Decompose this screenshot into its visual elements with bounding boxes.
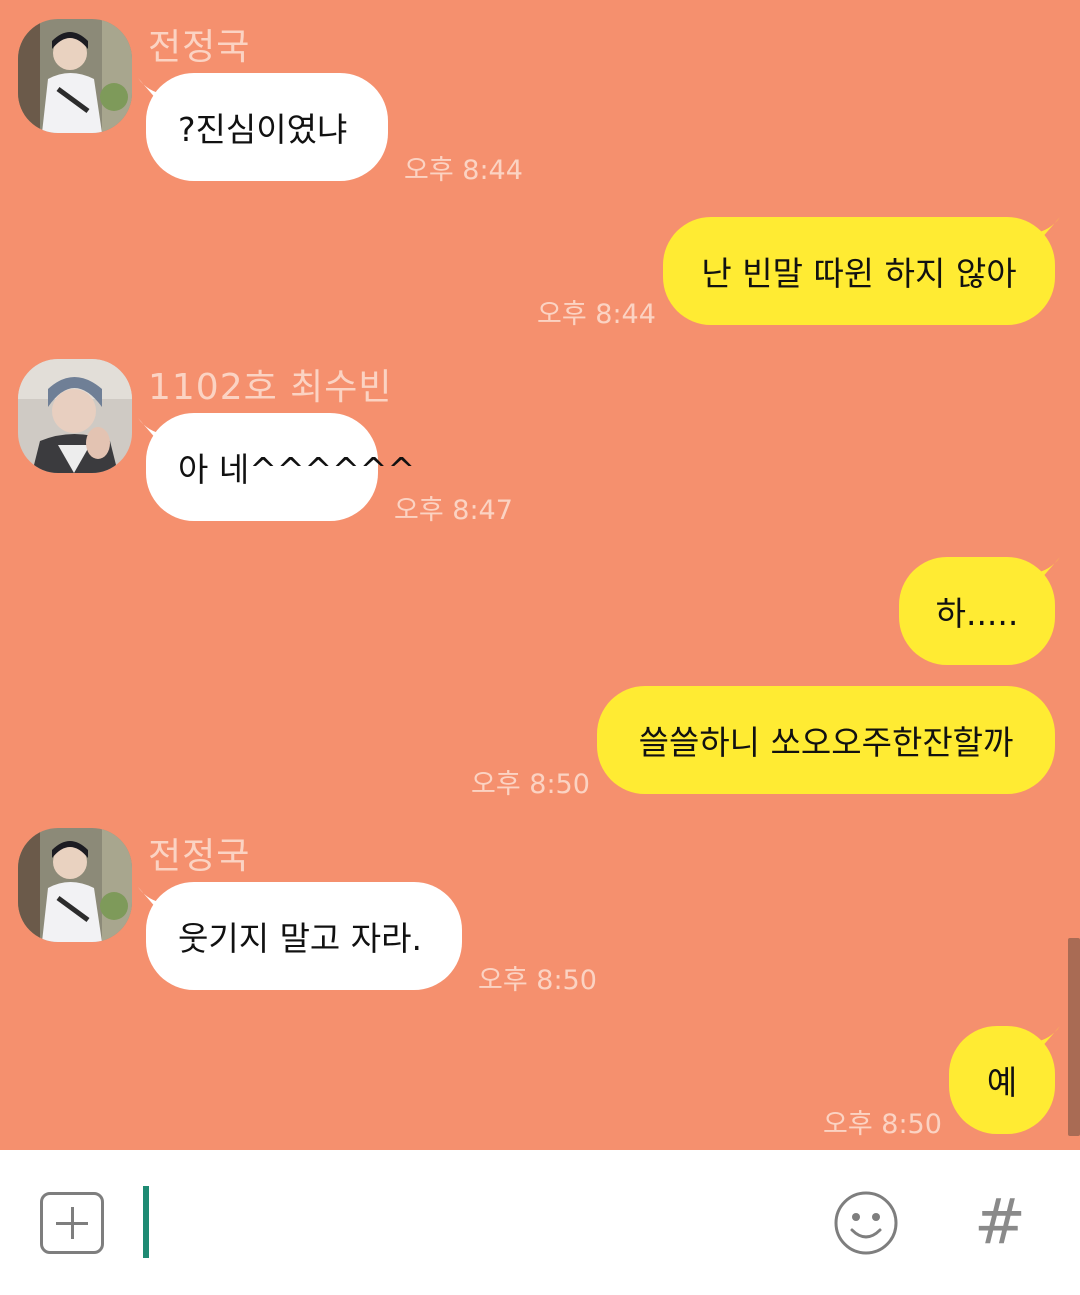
bubble-tail — [1034, 217, 1060, 247]
message-input-bar: # — [0, 1150, 1080, 1295]
message-bubble[interactable]: 아 네^^^^^^ — [146, 413, 415, 521]
message-text: 쓸쓸하니 쏘오오주한잔할까 — [638, 723, 1014, 762]
message-text: 웃기지 말고 자라. — [178, 919, 422, 958]
message-text: 예 — [986, 1063, 1018, 1102]
avatar[interactable] — [18, 19, 132, 133]
hashtag-icon[interactable]: # — [970, 1188, 1030, 1256]
sender-name: 전정국 — [148, 836, 251, 877]
message-text: 난 빈말 따윈 하지 않아 — [701, 254, 1017, 293]
message-time: 오후 8:44 — [404, 155, 523, 186]
smiley-icon[interactable] — [833, 1190, 899, 1256]
message-text: 하..... — [935, 594, 1019, 633]
bubble-tail — [1034, 557, 1060, 587]
sender-name: 1102호 최수빈 — [148, 367, 393, 408]
profile-photo-icon — [18, 19, 132, 133]
avatar[interactable] — [18, 828, 132, 942]
sender-name: 전정국 — [148, 27, 251, 68]
message-time: 오후 8:44 — [537, 299, 656, 330]
chat-area[interactable]: 전정국 ?진심이였냐 오후 8:44 오후 8:44 난 빈말 따윈 하지 않아… — [0, 0, 1080, 1150]
message-time: 오후 8:50 — [823, 1109, 942, 1140]
message-bubble[interactable]: 쓸쓸하니 쏘오오주한잔할까 — [597, 686, 1055, 794]
message-bubble[interactable]: 하..... — [899, 557, 1055, 665]
bubble-tail — [1034, 1026, 1060, 1056]
text-caret — [143, 1186, 149, 1258]
message-text: 아 네^^^^^^ — [178, 450, 416, 489]
message-time: 오후 8:50 — [478, 965, 597, 996]
profile-photo-icon — [18, 359, 132, 473]
message-time: 오후 8:47 — [394, 495, 513, 526]
message-input[interactable] — [140, 1180, 800, 1265]
scrollbar[interactable] — [1068, 938, 1080, 1136]
message-bubble[interactable]: ?진심이였냐 — [146, 73, 388, 181]
message-bubble[interactable]: 웃기지 말고 자라. — [146, 882, 462, 990]
avatar[interactable] — [18, 359, 132, 473]
plus-square-icon[interactable] — [40, 1192, 104, 1254]
message-bubble[interactable]: 난 빈말 따윈 하지 않아 — [663, 217, 1055, 325]
message-text: ?진심이였냐 — [178, 110, 348, 149]
message-time: 오후 8:50 — [471, 769, 590, 800]
profile-photo-icon — [18, 828, 132, 942]
